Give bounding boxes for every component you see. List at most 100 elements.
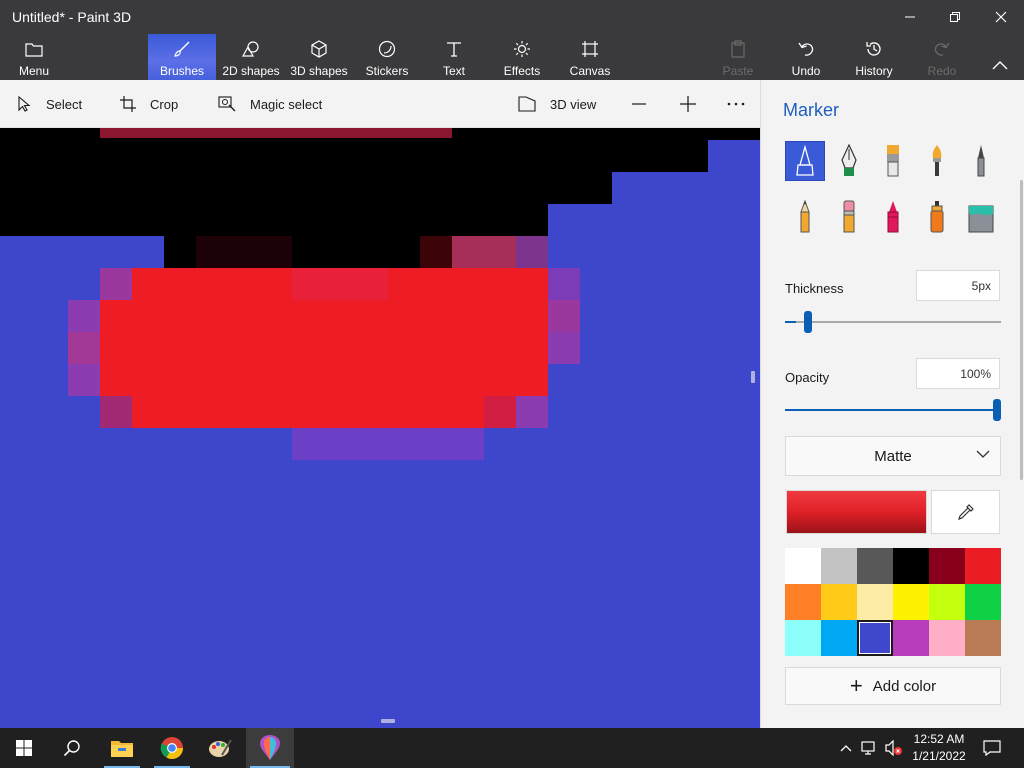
calligraphy-pen-icon [841,144,857,176]
thickness-slider-track[interactable] [785,311,1001,333]
palette-swatch[interactable] [929,620,965,656]
opacity-input[interactable]: 100% [916,358,1000,389]
edge-blend [548,332,580,364]
volume-button[interactable] [882,728,906,768]
tab-effects[interactable]: Effects [500,34,544,80]
history-icon [866,42,881,56]
palette-swatch[interactable] [785,620,821,656]
drawing-canvas[interactable] [0,128,760,728]
tab-canvas[interactable]: Canvas [566,34,614,80]
palette-swatch[interactable] [965,620,1001,656]
thickness-slider-rest [795,321,1001,323]
tab-effects-label: Effects [503,64,541,78]
tab-stickers[interactable]: Stickers [360,34,414,80]
network-button[interactable] [858,728,882,768]
search-icon [63,740,80,757]
thickness-slider-thumb[interactable] [803,311,812,333]
pencil-brush[interactable] [785,197,825,237]
dark-red-strip [100,128,452,138]
ribbon: Menu Brushes 2D shapes 3D shapes Sticker… [0,34,1024,80]
magic-select-label: Magic select [250,96,323,112]
palette-swatch[interactable] [929,584,965,620]
current-color-swatch[interactable] [786,490,927,534]
select-tool[interactable]: Select [18,80,82,128]
tab-2d-shapes[interactable]: 2D shapes [220,34,282,80]
panel-scrollbar[interactable] [1020,180,1023,480]
finish-dropdown[interactable]: Matte [785,436,1001,476]
finish-value: Matte [874,447,912,465]
start-button[interactable] [0,728,48,768]
sticker-icon [378,40,396,58]
palette-swatch[interactable] [785,548,821,584]
taskbar-file-explorer[interactable] [100,728,144,768]
search-button[interactable] [48,728,96,768]
magic-select-tool[interactable]: Magic select [218,80,322,128]
thickness-input[interactable]: 5px [916,270,1000,301]
spray-can-icon [930,201,944,233]
palette-swatch[interactable] [857,584,893,620]
undo-button[interactable]: Undo [784,34,828,80]
fill-brush[interactable] [961,197,1001,237]
add-color-button[interactable]: + Add color [785,667,1001,705]
restore-icon [950,12,960,22]
plus-icon [680,96,696,112]
palette-swatch[interactable] [893,620,929,656]
marker-brush[interactable] [785,141,825,181]
close-button[interactable] [978,0,1024,34]
vertical-resize-handle[interactable] [751,371,755,383]
show-hidden-icons-button[interactable] [836,728,856,768]
palette-swatch[interactable] [893,548,929,584]
volume-muted-icon [885,740,902,756]
calligraphy-pen-brush[interactable] [829,141,869,181]
tab-3d-shapes[interactable]: 3D shapes [288,34,350,80]
palette-swatch[interactable] [785,584,821,620]
spray-can-brush[interactable] [917,197,957,237]
zoom-in-button[interactable] [679,80,711,128]
taskbar-clock[interactable]: 12:52 AM 1/21/2022 [904,731,974,765]
history-button[interactable]: History [848,34,900,80]
zoom-out-button[interactable] [631,80,661,128]
palette-swatch[interactable] [965,584,1001,620]
pixel-pen-brush[interactable] [961,141,1001,181]
chevron-down-icon [976,450,990,458]
minimize-icon [905,16,915,18]
eraser-brush[interactable] [829,197,869,237]
opacity-slider-thumb[interactable] [993,399,1001,421]
paste-button[interactable]: Paste [716,34,760,80]
tab-text[interactable]: Text [432,34,476,80]
title-bar: Untitled* - Paint 3D [0,0,1024,34]
horizontal-resize-handle[interactable] [381,719,395,723]
edge-blend [68,332,100,364]
folder-icon [25,43,43,57]
taskbar-paint[interactable] [198,728,242,768]
oil-brush[interactable] [873,141,913,181]
3d-view-button[interactable]: 3D view [518,80,596,128]
palette-swatch[interactable] [821,620,857,656]
restore-button[interactable] [932,0,978,34]
notifications-button[interactable] [976,728,1008,768]
palette-swatch[interactable] [857,548,893,584]
palette-swatch[interactable] [857,620,893,656]
minimize-button[interactable] [887,0,933,34]
palette-swatch[interactable] [965,548,1001,584]
opacity-slider-track[interactable] [785,399,1001,421]
tab-brushes[interactable]: Brushes [148,34,216,80]
select-label: Select [46,96,83,112]
palette-swatch[interactable] [929,548,965,584]
taskbar-chrome[interactable] [150,728,194,768]
crayon-brush[interactable] [873,197,913,237]
more-icon [727,102,745,106]
menu-button[interactable]: Menu [8,34,60,80]
3d-view-icon [518,96,536,112]
redo-button[interactable]: Redo [920,34,964,80]
taskbar-paint3d[interactable] [246,728,294,768]
palette-swatch[interactable] [893,584,929,620]
crop-tool[interactable]: Crop [120,80,178,128]
fill-icon [968,205,994,233]
more-options-button[interactable] [727,80,759,128]
watercolor-brush[interactable] [917,141,957,181]
palette-swatch[interactable] [821,584,857,620]
eyedropper-button[interactable] [931,490,1000,534]
palette-swatch[interactable] [821,548,857,584]
collapse-ribbon-button[interactable] [984,34,1016,80]
